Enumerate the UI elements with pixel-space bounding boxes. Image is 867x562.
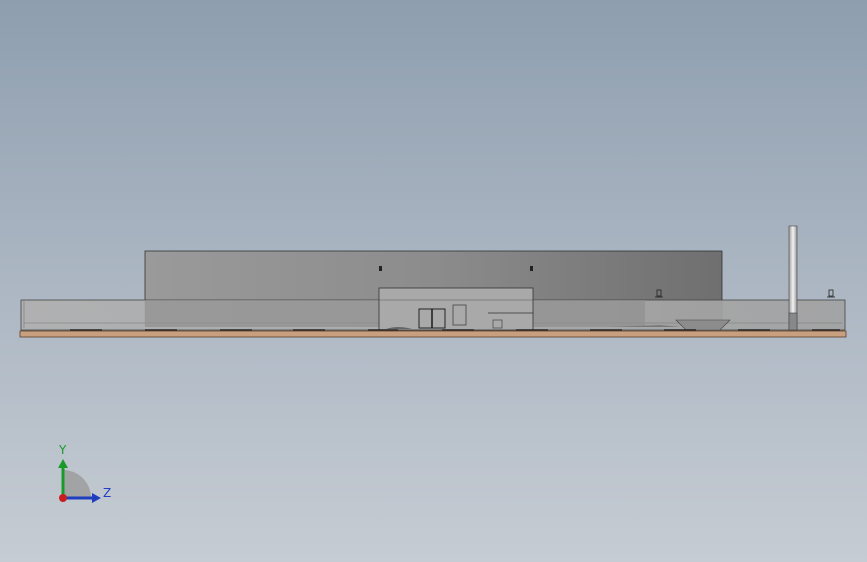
chimney-base: [788, 312, 798, 331]
entrance-block: [378, 287, 534, 331]
building-vent: [530, 266, 533, 271]
view-triad[interactable]: [58, 459, 101, 503]
z-axis-arrowhead: [92, 493, 101, 503]
y-axis-arrowhead: [58, 459, 68, 468]
building-vent: [379, 266, 382, 271]
z-axis-label: Z: [103, 486, 112, 500]
x-axis-dot: [59, 494, 67, 502]
triad-quadrant: [63, 470, 91, 498]
y-axis-label: Y: [59, 443, 67, 457]
ground-slab: [19, 330, 847, 338]
graphics-viewport[interactable]: Y Z: [0, 0, 867, 562]
tank-basin: [675, 319, 731, 331]
model-view: [19, 225, 847, 503]
pipe-post: [828, 289, 834, 297]
